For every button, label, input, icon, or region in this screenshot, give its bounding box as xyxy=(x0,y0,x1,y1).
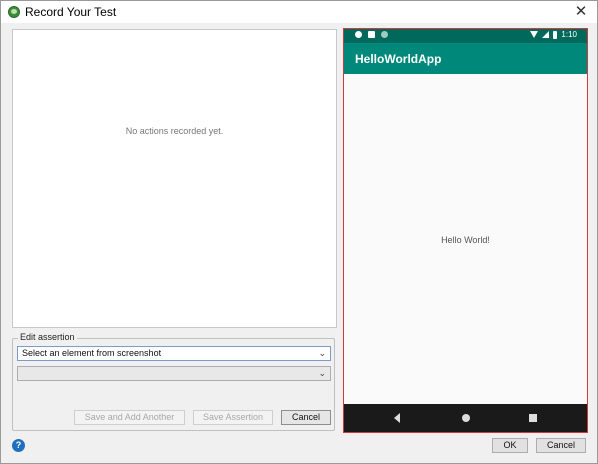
empty-actions-message: No actions recorded yet. xyxy=(125,126,224,136)
notification-icon xyxy=(355,31,362,38)
title-bar: Record Your Test ✕ xyxy=(1,1,597,23)
assertion-cancel-button[interactable]: Cancel xyxy=(281,410,331,425)
recorded-actions-panel: No actions recorded yet. xyxy=(12,29,337,328)
element-select[interactable]: Select an element from screenshot ⌄ xyxy=(17,346,331,361)
recents-icon[interactable] xyxy=(529,414,537,422)
device-nav-bar xyxy=(344,404,587,432)
android-studio-icon xyxy=(8,6,20,18)
back-icon[interactable] xyxy=(394,413,400,423)
device-status-bar: 1:10 xyxy=(344,29,587,43)
sd-card-icon xyxy=(368,31,375,38)
element-select-value: Select an element from screenshot xyxy=(22,348,162,358)
device-screenshot[interactable]: 1:10 HelloWorldApp Hello World! xyxy=(343,28,588,433)
help-icon[interactable]: ? xyxy=(12,439,25,452)
dialog-cancel-button[interactable]: Cancel xyxy=(536,438,586,453)
wifi-icon xyxy=(530,31,539,38)
ok-button[interactable]: OK xyxy=(492,438,528,453)
save-and-add-another-button[interactable]: Save and Add Another xyxy=(74,410,185,425)
edit-assertion-legend: Edit assertion xyxy=(18,332,77,342)
sync-icon xyxy=(381,31,388,38)
chevron-down-icon: ⌄ xyxy=(318,348,326,358)
window-title: Record Your Test xyxy=(25,5,117,19)
app-title: HelloWorldApp xyxy=(355,52,442,66)
signal-icon xyxy=(542,31,550,38)
close-icon[interactable]: ✕ xyxy=(573,3,589,21)
assertion-type-select[interactable]: ⌄ xyxy=(17,366,331,381)
record-test-dialog: Record Your Test ✕ No actions recorded y… xyxy=(0,0,598,464)
device-clock: 1:10 xyxy=(561,30,577,39)
save-assertion-button[interactable]: Save Assertion xyxy=(193,410,273,425)
battery-icon xyxy=(553,30,558,39)
chevron-down-icon: ⌄ xyxy=(318,368,326,378)
app-toolbar: HelloWorldApp xyxy=(344,43,587,74)
home-icon[interactable] xyxy=(462,414,470,422)
edit-assertion-group: Edit assertion Select an element from sc… xyxy=(12,332,335,431)
hello-world-text[interactable]: Hello World! xyxy=(344,235,587,245)
